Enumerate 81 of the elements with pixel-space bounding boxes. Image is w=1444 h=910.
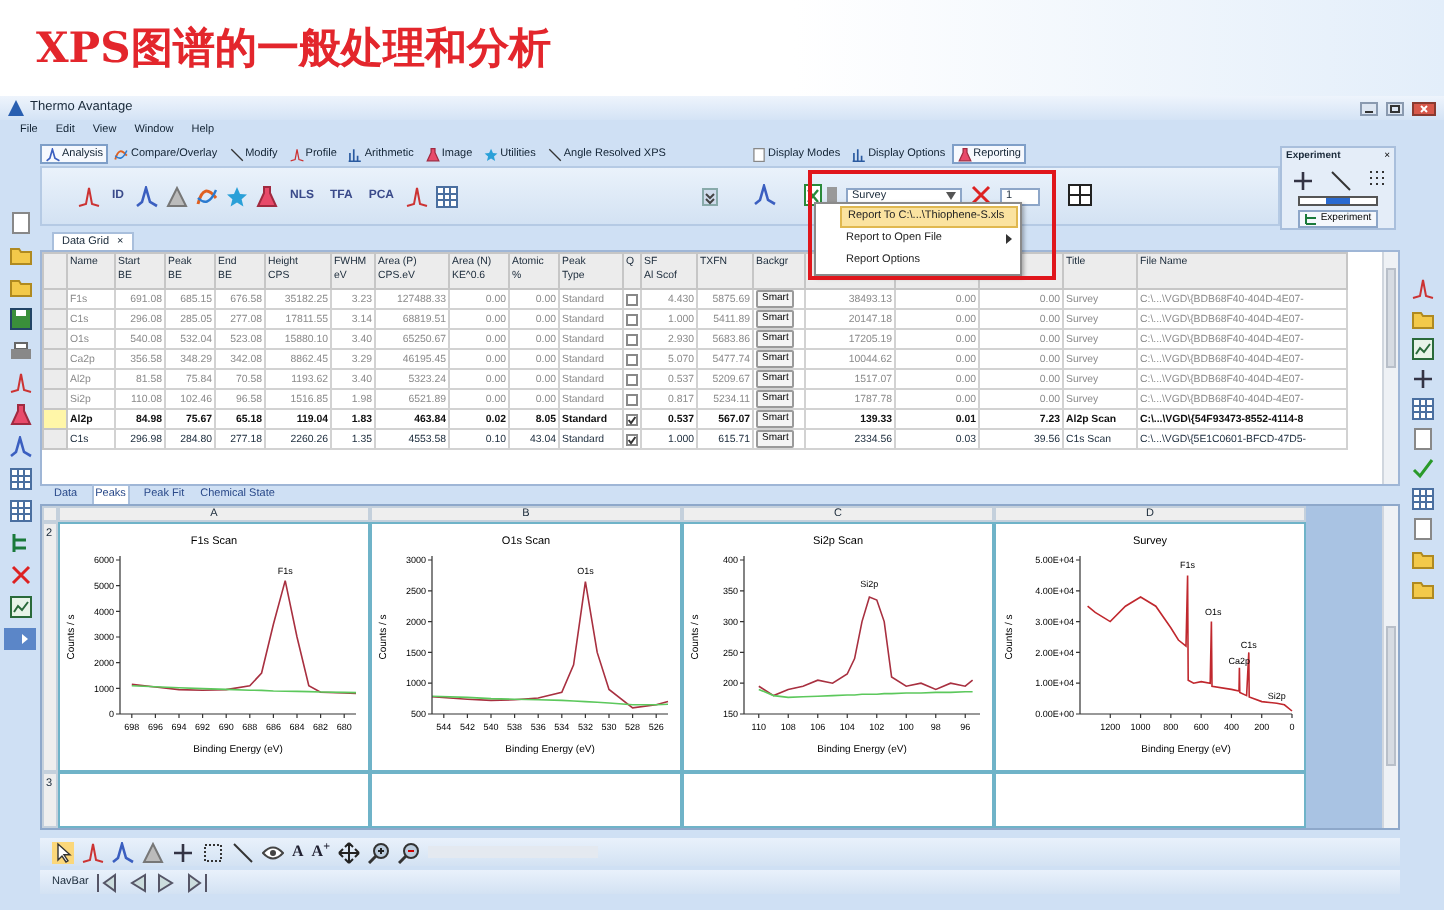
- peak-icon[interactable]: [112, 841, 134, 863]
- tree-icon[interactable]: [9, 532, 31, 554]
- flask-icon[interactable]: [256, 185, 278, 207]
- grid-icon[interactable]: [436, 185, 459, 207]
- grid-icon[interactable]: [1367, 169, 1385, 187]
- flask-icon: [425, 147, 440, 161]
- grid-icon[interactable]: [1411, 488, 1433, 510]
- printer-icon[interactable]: [9, 340, 31, 362]
- maximize-icon[interactable]: [1386, 101, 1404, 115]
- page-icon: [752, 147, 766, 161]
- grid-icon[interactable]: [9, 468, 31, 490]
- line-icon: [229, 147, 244, 161]
- page-icon[interactable]: [9, 212, 31, 234]
- checkbox[interactable]: [626, 393, 638, 405]
- checkbox[interactable]: [626, 433, 638, 445]
- star-icon[interactable]: [226, 185, 248, 207]
- checkmark-icon[interactable]: [1411, 458, 1433, 480]
- page-icon[interactable]: [1411, 518, 1433, 540]
- checkbox[interactable]: [626, 313, 638, 325]
- plus-icon[interactable]: [1411, 368, 1433, 390]
- move-icon[interactable]: [337, 841, 360, 863]
- table-icon[interactable]: [1068, 184, 1092, 207]
- corner-cell: [42, 506, 58, 522]
- grid-icon[interactable]: [1411, 398, 1433, 420]
- line-icon: [547, 147, 562, 161]
- zoom-out-icon[interactable]: [397, 841, 420, 863]
- star-icon: [484, 147, 499, 161]
- next-arrow-icon[interactable]: [156, 871, 179, 893]
- grid-icon[interactable]: [9, 500, 31, 522]
- chart-icon[interactable]: [9, 596, 31, 618]
- bar-chart-icon: [348, 147, 363, 161]
- peak-icon[interactable]: [406, 185, 429, 207]
- page-icon[interactable]: [1411, 428, 1433, 450]
- peak-icon[interactable]: [9, 372, 31, 394]
- checkbox[interactable]: [626, 333, 638, 345]
- cross-icon[interactable]: [970, 184, 992, 207]
- peak-icon: [289, 147, 304, 161]
- peak-icon[interactable]: [82, 841, 104, 863]
- flask-icon: [957, 147, 972, 161]
- peak-icon[interactable]: [78, 185, 100, 207]
- line-icon[interactable]: [232, 841, 254, 863]
- checkbox[interactable]: [626, 373, 638, 385]
- eye-icon[interactable]: [262, 841, 284, 863]
- peak-icon[interactable]: [136, 185, 158, 207]
- vertical-scrollbar[interactable]: [1382, 252, 1398, 484]
- app-logo-icon: [8, 100, 24, 116]
- minimize-icon[interactable]: [1360, 101, 1378, 115]
- collapse-icon[interactable]: [702, 187, 718, 205]
- text-tool[interactable]: A$^{+}$: [311, 840, 330, 864]
- peak-icon[interactable]: [9, 436, 31, 458]
- plus-icon[interactable]: [172, 841, 194, 863]
- previous-arrow-icon[interactable]: [126, 871, 149, 893]
- curve-icon[interactable]: [196, 185, 218, 207]
- cross-icon[interactable]: [9, 564, 31, 586]
- bar-chart-icon: [852, 147, 867, 161]
- peak-icon[interactable]: [754, 184, 776, 207]
- corner-cell: [43, 253, 67, 289]
- triangle-icon[interactable]: [166, 185, 188, 207]
- peak-icon[interactable]: [1411, 278, 1433, 300]
- curve-icon: [114, 147, 129, 161]
- submenu-arrow-icon: [1006, 234, 1012, 244]
- triangle-icon[interactable]: [142, 841, 164, 863]
- tree-icon: [1304, 211, 1319, 226]
- close-icon[interactable]: [1412, 101, 1436, 115]
- color-bar-icon: [1298, 195, 1378, 205]
- checkbox[interactable]: [626, 353, 638, 365]
- plus-icon[interactable]: [1291, 169, 1313, 191]
- zoom-in-icon[interactable]: [367, 841, 390, 863]
- first-arrow-icon[interactable]: [96, 871, 119, 893]
- checkbox[interactable]: [626, 293, 638, 305]
- vertical-scrollbar[interactable]: [1382, 506, 1398, 828]
- text-tool[interactable]: A: [292, 840, 304, 864]
- selection-icon[interactable]: [202, 841, 224, 863]
- slide-title: XPS图谱的一般处理和分析: [36, 20, 551, 77]
- checkbox[interactable]: [626, 413, 638, 425]
- last-arrow-icon[interactable]: [186, 871, 209, 893]
- peak-icon: [46, 147, 60, 161]
- line-icon[interactable]: [1329, 169, 1351, 191]
- pointer-icon[interactable]: [52, 841, 74, 863]
- flask-icon[interactable]: [9, 404, 31, 426]
- chart-icon[interactable]: [1411, 338, 1433, 360]
